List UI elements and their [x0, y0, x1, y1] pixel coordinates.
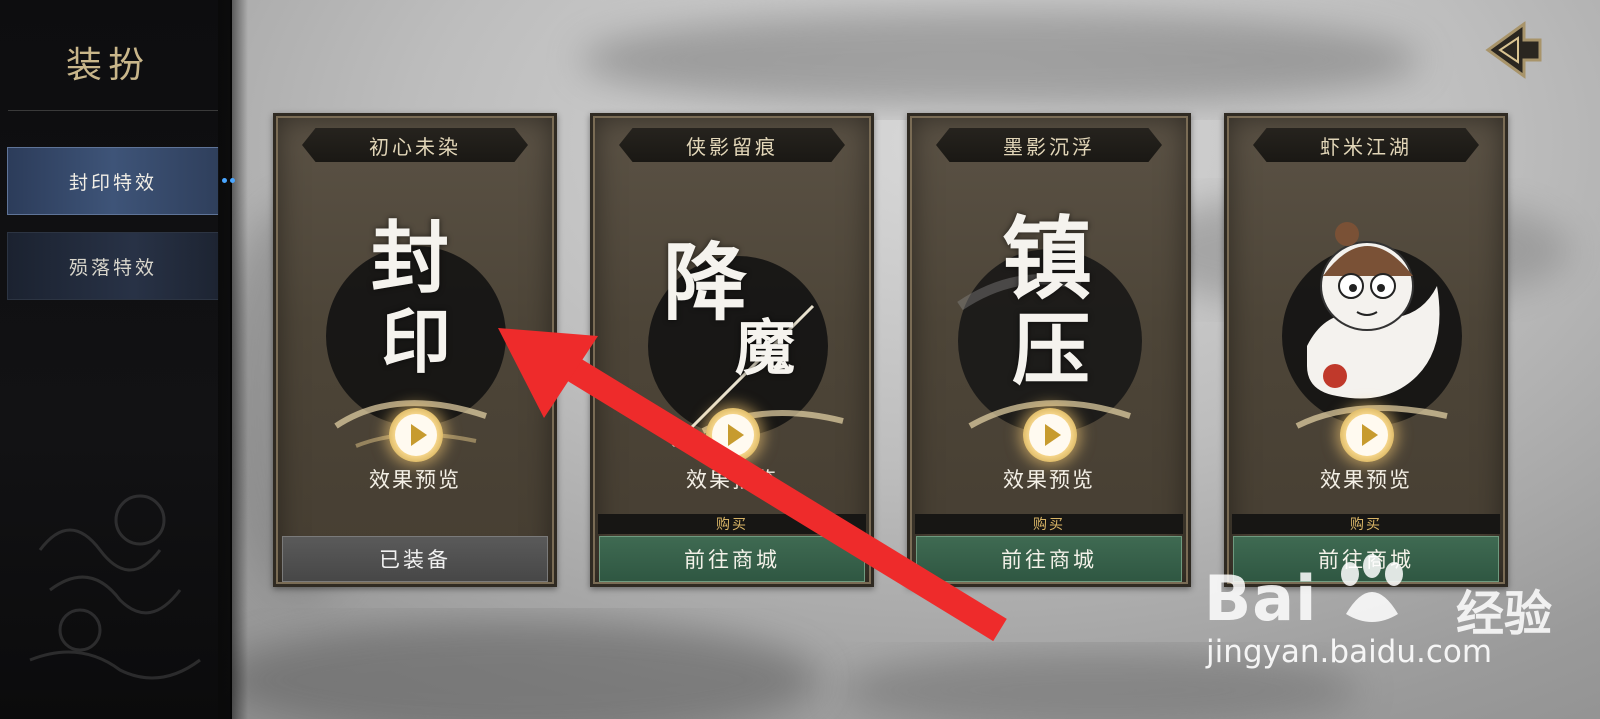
- preview-label: 效果预览: [1003, 468, 1095, 492]
- sidebar-title: 装扮: [66, 45, 151, 86]
- effect-card: 侠影留痕 降 魔 效果预览 购买 前往商城: [590, 113, 874, 587]
- play-preview-button[interactable]: [389, 408, 443, 462]
- effect-card: 墨影沉浮 镇 压 效果预览 购买 前往商城: [907, 113, 1191, 587]
- card-title: 侠影留痕: [619, 128, 845, 162]
- preview-label: 效果预览: [369, 468, 461, 492]
- buy-label: 购买: [1232, 514, 1500, 534]
- play-icon: [1361, 424, 1378, 446]
- go-to-store-button[interactable]: 前往商城: [599, 536, 865, 582]
- preview-label: 效果预览: [686, 468, 778, 492]
- go-to-store-button[interactable]: 前往商城: [1233, 536, 1499, 582]
- active-indicator: [222, 178, 235, 183]
- art-glyph: 压: [1012, 305, 1091, 396]
- sidebar-item-label: 殒落特效: [68, 256, 157, 279]
- card-title: 虾米江湖: [1253, 128, 1479, 162]
- card-title: 墨影沉浮: [936, 128, 1162, 162]
- art-glyph: 魔: [735, 314, 795, 384]
- preview-label: 效果预览: [1320, 468, 1412, 492]
- card-title: 初心未染: [302, 128, 528, 162]
- play-icon: [1044, 424, 1061, 446]
- play-preview-button[interactable]: [1340, 408, 1394, 462]
- sidebar-item-label: 封印特效: [68, 171, 157, 194]
- sidebar-divider: [8, 110, 218, 111]
- play-icon: [410, 424, 427, 446]
- effect-card: 虾米江湖 效果预览 购买 前往商城: [1224, 113, 1508, 587]
- watermark-url: jingyan.baidu.com: [1206, 634, 1493, 670]
- back-icon[interactable]: [1484, 18, 1548, 82]
- sidebar-item-seal-effect[interactable]: 封印特效: [7, 147, 219, 215]
- art-glyph: 印: [381, 300, 451, 383]
- sidebar-item-fall-effect[interactable]: 殒落特效: [7, 232, 219, 300]
- play-icon: [727, 424, 744, 446]
- cloud-pattern-icon: [29, 494, 201, 680]
- play-preview-button[interactable]: [706, 408, 760, 462]
- play-preview-button[interactable]: [1023, 408, 1077, 462]
- go-to-store-button[interactable]: 前往商城: [916, 536, 1182, 582]
- equipped-button[interactable]: 已装备: [282, 536, 548, 582]
- buy-label: 购买: [915, 514, 1183, 534]
- buy-label: 购买: [598, 514, 866, 534]
- effect-card: 初心未染 封 印 效果预览 已装备: [273, 113, 557, 587]
- sidebar: 装扮 封印特效 殒落特效: [0, 0, 248, 719]
